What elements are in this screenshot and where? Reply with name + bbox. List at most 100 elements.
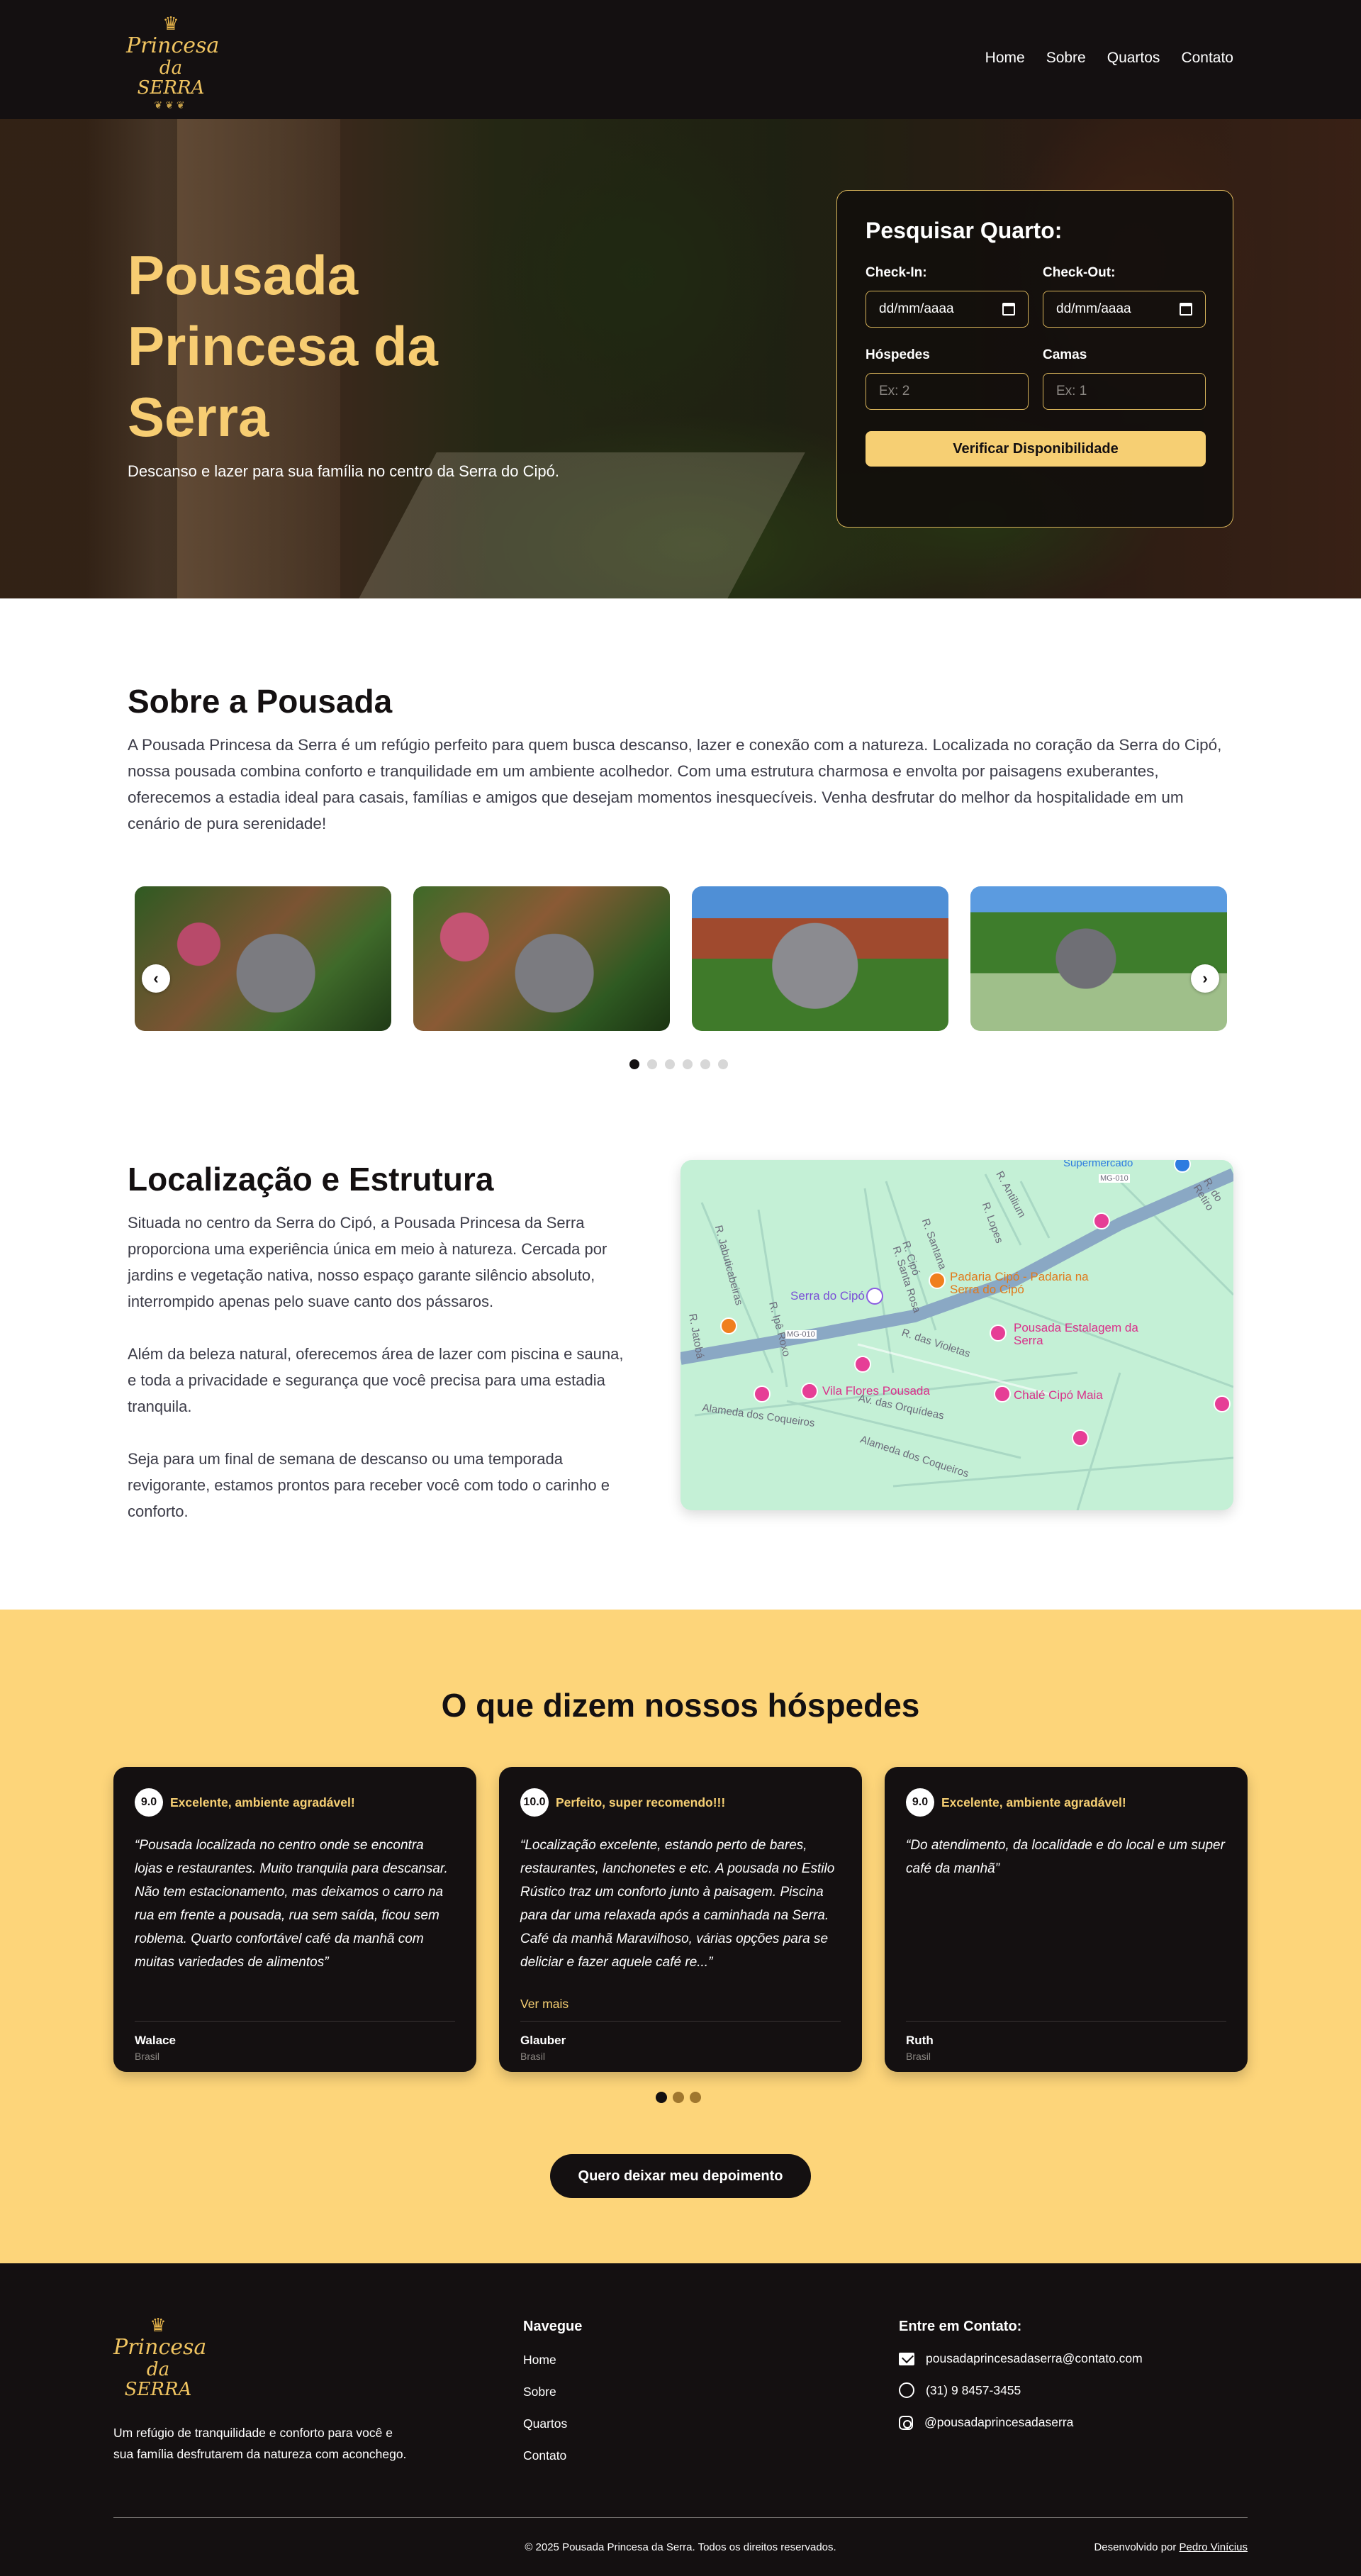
- location-paragraph: Além da beleza natural, oferecemos área …: [128, 1345, 624, 1415]
- checkout-field: Check-Out: dd/mm/aaaa: [1043, 265, 1206, 328]
- carousel-dot[interactable]: [629, 1059, 639, 1069]
- map-pin-icon[interactable]: [994, 1385, 1011, 1403]
- map-label: Pousada Estalagem da Serra: [1014, 1321, 1138, 1347]
- footer-email[interactable]: pousadaprincesadaserra@contato.com: [899, 2351, 1143, 2366]
- testimonial-dot[interactable]: [656, 2092, 667, 2103]
- score-badge: 10.0: [520, 1788, 549, 1817]
- developer-credit: Desenvolvido por Pedro Vinícius: [1094, 2541, 1248, 2553]
- brand-logo[interactable]: ♛ Princesa da SERRA ❦❦❦: [126, 13, 220, 111]
- nav-contato[interactable]: Contato: [1181, 50, 1233, 67]
- testimonials-pagination: [656, 2092, 701, 2103]
- testimonial-dot[interactable]: [690, 2092, 701, 2103]
- map-pin-icon[interactable]: [754, 1385, 771, 1403]
- mail-icon: [899, 2352, 914, 2365]
- beds-field: Camas Ex: 1: [1043, 347, 1206, 410]
- nav-home[interactable]: Home: [985, 50, 1025, 67]
- reviewer-country: Brasil: [135, 2051, 160, 2062]
- about-title: Sobre a Pousada: [128, 683, 393, 720]
- crown-icon: ♛: [162, 13, 179, 34]
- map-label: MG-010: [785, 1330, 817, 1339]
- map-pin-icon[interactable]: [1214, 1395, 1231, 1412]
- checkout-value: dd/mm/aaaa: [1056, 301, 1131, 316]
- calendar-icon[interactable]: [1180, 303, 1192, 316]
- carousel-pagination: [629, 1059, 728, 1069]
- footer-link-quartos[interactable]: Quartos: [523, 2416, 567, 2431]
- footer-link-home[interactable]: Home: [523, 2353, 556, 2368]
- nav-quartos[interactable]: Quartos: [1107, 50, 1160, 67]
- leave-testimonial-button[interactable]: Quero deixar meu depoimento: [550, 2154, 811, 2198]
- checkout-input[interactable]: dd/mm/aaaa: [1043, 291, 1206, 328]
- logo-text-line1: Princesa: [113, 2335, 207, 2360]
- footer-link-sobre[interactable]: Sobre: [523, 2385, 556, 2399]
- map-pin-icon[interactable]: [1072, 1429, 1089, 1446]
- reviewer-country: Brasil: [520, 2051, 546, 2062]
- hero-title: Pousada Princesa da Serra: [128, 244, 438, 448]
- carousel-photo[interactable]: [413, 886, 670, 1031]
- main-nav: Home Sobre Quartos Contato: [985, 50, 1233, 67]
- map-pin-icon[interactable]: [801, 1383, 818, 1400]
- phone-text: (31) 9 8457-3455: [926, 2382, 1021, 2397]
- map-pin-icon[interactable]: [866, 1288, 883, 1305]
- carousel-dot[interactable]: [647, 1059, 657, 1069]
- about-text: A Pousada Princesa da Serra é um refúgio…: [128, 736, 1222, 832]
- nav-sobre[interactable]: Sobre: [1046, 50, 1086, 67]
- footer-phone[interactable]: (31) 9 8457-3455: [899, 2382, 1021, 2398]
- map-pin-icon[interactable]: [1093, 1212, 1110, 1230]
- check-availability-button[interactable]: Verificar Disponibilidade: [866, 431, 1206, 467]
- hero-section: Pousada Princesa da Serra Descanso e laz…: [0, 119, 1361, 598]
- site-header: ♛ Princesa da SERRA ❦❦❦ Home Sobre Quart…: [0, 0, 1361, 119]
- footer-link-contato[interactable]: Contato: [523, 2448, 566, 2463]
- carousel-photo[interactable]: [135, 886, 391, 1031]
- logo-text-line2: da SERRA: [124, 2359, 192, 2400]
- room-search-panel: Pesquisar Quarto: Check-In: dd/mm/aaaa C…: [836, 190, 1233, 528]
- calendar-icon[interactable]: [1002, 303, 1015, 316]
- testimonial-headline: Excelente, ambiente agradável!: [170, 1795, 355, 1810]
- see-more-link[interactable]: Ver mais: [520, 1997, 569, 2012]
- map-label: Vila Flores Pousada: [822, 1384, 930, 1398]
- carousel-prev-button[interactable]: ‹: [142, 964, 170, 993]
- location-text: Situada no centro da Serra do Cipó, a Po…: [128, 1210, 624, 1551]
- carousel-photo[interactable]: [970, 886, 1227, 1031]
- reviewer-country: Brasil: [906, 2051, 931, 2062]
- map-pin-icon[interactable]: [990, 1325, 1007, 1342]
- checkin-label: Check-In:: [866, 265, 927, 280]
- checkin-value: dd/mm/aaaa: [879, 301, 954, 316]
- site-footer: ♛ Princesa da SERRA Um refúgio de tranqu…: [0, 2263, 1361, 2576]
- beds-label: Camas: [1043, 347, 1087, 362]
- testimonial-card: 9.0 Excelente, ambiente agradável! “Do a…: [885, 1767, 1248, 2072]
- location-title: Localização e Estrutura: [128, 1161, 494, 1198]
- instagram-text: @pousadaprincesadaserra: [924, 2415, 1074, 2429]
- carousel-dot[interactable]: [683, 1059, 693, 1069]
- crown-icon: ♛: [150, 2314, 167, 2336]
- checkin-input[interactable]: dd/mm/aaaa: [866, 291, 1029, 328]
- testimonials-title: O que dizem nossos hóspedes: [441, 1687, 920, 1724]
- location-map[interactable]: Supermercado R. do Retiro R. Antilium R.…: [680, 1160, 1233, 1510]
- search-title: Pesquisar Quarto:: [866, 218, 1063, 243]
- map-pin-icon[interactable]: [720, 1317, 737, 1334]
- map-pin-icon[interactable]: [929, 1272, 946, 1289]
- logo-text-line1: Princesa: [126, 33, 220, 58]
- instagram-icon: [899, 2415, 913, 2430]
- carousel-dot[interactable]: [665, 1059, 675, 1069]
- map-label: MG-010: [1099, 1174, 1130, 1183]
- beds-input[interactable]: Ex: 1: [1043, 373, 1206, 410]
- location-paragraph: Seja para um final de semana de descanso…: [128, 1450, 610, 1520]
- footer-instagram[interactable]: @pousadaprincesadaserra: [899, 2415, 1073, 2430]
- ornament-icon: ❦❦❦: [154, 99, 188, 111]
- carousel-next-button[interactable]: ›: [1191, 964, 1219, 993]
- testimonials-section: O que dizem nossos hóspedes 9.0 Excelent…: [0, 1610, 1361, 2263]
- carousel-dot[interactable]: [718, 1059, 728, 1069]
- testimonial-headline: Perfeito, super recomendo!!!: [556, 1795, 726, 1810]
- developer-link[interactable]: Pedro Vinícius: [1180, 2541, 1248, 2553]
- testimonial-card: 9.0 Excelente, ambiente agradável! “Pous…: [113, 1767, 476, 2072]
- whatsapp-icon: [899, 2382, 914, 2398]
- carousel-photo[interactable]: [692, 886, 948, 1031]
- reviewer-name: Glauber: [520, 2034, 566, 2047]
- checkin-field: Check-In: dd/mm/aaaa: [866, 265, 1029, 328]
- carousel-dot[interactable]: [700, 1059, 710, 1069]
- map-pin-icon[interactable]: [854, 1356, 871, 1373]
- testimonial-dot[interactable]: [673, 2092, 684, 2103]
- footer-logo[interactable]: ♛ Princesa da SERRA: [113, 2314, 207, 2408]
- testimonial-quote: “Do atendimento, da localidade e do loca…: [906, 1838, 1225, 1876]
- guests-input[interactable]: Ex: 2: [866, 373, 1029, 410]
